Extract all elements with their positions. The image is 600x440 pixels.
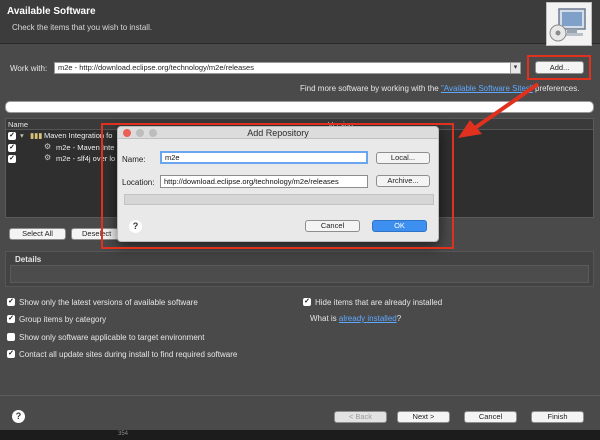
work-with-combo[interactable]: m2e - http://download.eclipse.org/techno…	[54, 62, 520, 74]
cancel-button[interactable]: Cancel	[464, 411, 517, 423]
finish-button[interactable]: Finish	[531, 411, 584, 423]
what-is-suffix: ?	[396, 314, 402, 323]
hide-installed-checkbox[interactable]: ✓	[303, 298, 311, 306]
contact-sites-label: Contact all update sites during install …	[19, 350, 238, 359]
wizard-title: Available Software	[7, 6, 96, 17]
plugin-icon: ⚙	[44, 153, 52, 162]
background-text: 354	[118, 431, 129, 437]
row-checkbox[interactable]: ✓	[8, 144, 16, 152]
column-name[interactable]: Name	[8, 120, 28, 129]
help-icon[interactable]: ?	[12, 410, 25, 423]
find-more-prefix: Find more software by working with the	[300, 84, 441, 93]
expand-icon[interactable]: ▾	[20, 131, 24, 140]
what-is-installed-text: What is already installed?	[310, 314, 401, 323]
details-group: Details	[5, 251, 594, 287]
plugin-icon: ⚙	[44, 142, 52, 151]
group-by-category-label: Group items by category	[19, 315, 107, 324]
latest-versions-checkbox[interactable]: ✓	[7, 298, 15, 306]
details-label: Details	[15, 255, 42, 264]
next-button[interactable]: Next >	[397, 411, 450, 423]
category-icon: ▮▮▮	[30, 131, 43, 140]
row-checkbox[interactable]: ✓	[8, 132, 16, 140]
target-env-checkbox[interactable]	[7, 333, 15, 341]
row-checkbox[interactable]: ✓	[8, 155, 16, 163]
footer-separator	[0, 395, 600, 396]
what-is-prefix: What is	[310, 314, 339, 323]
combo-dropdown-icon[interactable]: ▾	[510, 62, 521, 74]
install-computer-icon	[546, 2, 592, 46]
red-arrow-icon	[458, 82, 540, 138]
target-env-label: Show only software applicable to target …	[19, 333, 205, 342]
details-area	[10, 265, 589, 283]
already-installed-link[interactable]: already installed	[339, 314, 397, 323]
select-all-button[interactable]: Select All	[9, 228, 66, 240]
contact-sites-checkbox[interactable]: ✓	[7, 350, 15, 358]
latest-versions-label: Show only the latest versions of availab…	[19, 298, 198, 307]
group-by-category-checkbox[interactable]: ✓	[7, 315, 15, 323]
wizard-banner: Available Software Check the items that …	[0, 0, 600, 46]
dialog-highlight	[101, 123, 454, 249]
background-strip: 354	[0, 430, 600, 440]
hide-installed-label: Hide items that are already installed	[315, 298, 443, 307]
back-button[interactable]: < Back	[334, 411, 387, 423]
wizard-subtitle: Check the items that you wish to install…	[12, 23, 153, 32]
work-with-label: Work with:	[10, 64, 48, 73]
add-button-highlight	[527, 55, 591, 80]
